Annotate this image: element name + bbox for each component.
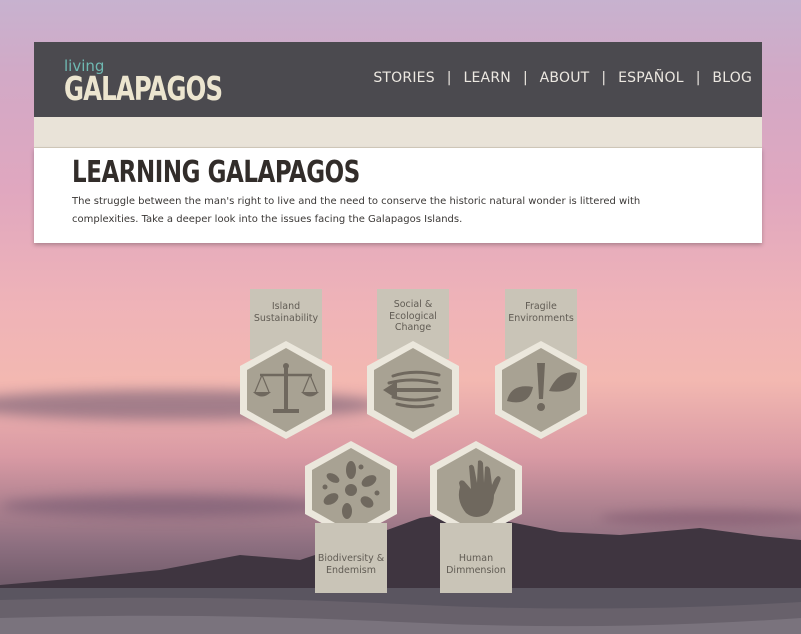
topic-label: Island Sustainability: [253, 301, 319, 324]
topic-island-sustainability[interactable]: Island Sustainability: [236, 289, 336, 444]
topic-hexagon: [363, 339, 463, 441]
logo-galapagos-text: GALAPAGOS: [64, 69, 223, 108]
topic-human-dimmension[interactable]: Human Dimmension: [426, 439, 526, 594]
nav-separator: |: [601, 70, 607, 86]
topic-label: Social & Ecological Change: [389, 299, 437, 333]
nav-learn[interactable]: LEARN: [464, 70, 511, 86]
nav-separator: |: [522, 70, 528, 86]
topic-biodiversity-endemism[interactable]: Biodiversity & Endemism: [301, 439, 401, 594]
topic-tab: Human Dimmension: [440, 523, 512, 593]
intro-panel: LEARNING GALAPAGOS The struggle between …: [34, 148, 762, 243]
nav-separator: |: [695, 70, 701, 86]
topic-hexagon: [236, 339, 336, 441]
nav-stories[interactable]: STORIES: [373, 70, 434, 86]
site-logo[interactable]: living GALAPAGOS: [64, 59, 257, 108]
topic-label: Biodiversity & Endemism: [317, 553, 385, 576]
main-nav: STORIES | LEARN | ABOUT | ESPAÑOL | BLOG: [373, 70, 752, 86]
topic-tab: Biodiversity & Endemism: [315, 523, 387, 593]
topic-social-ecological-change[interactable]: Social & Ecological Change: [363, 289, 463, 444]
header-band: [34, 117, 762, 148]
page-description: The struggle between the man's right to …: [72, 196, 641, 225]
site-header: living GALAPAGOS STORIES | LEARN | ABOUT…: [34, 42, 762, 117]
page-title: LEARNING GALAPAGOS: [72, 155, 360, 190]
topic-hexagon: [491, 339, 591, 441]
topic-label: Fragile Environments: [508, 301, 574, 324]
nav-separator: |: [446, 70, 452, 86]
topic-fragile-environments[interactable]: Fragile Environments: [491, 289, 591, 444]
nav-espanol[interactable]: ESPAÑOL: [618, 70, 684, 86]
nav-blog[interactable]: BLOG: [712, 70, 752, 86]
nav-about[interactable]: ABOUT: [540, 70, 590, 86]
topic-label: Human Dimmension: [446, 553, 506, 576]
